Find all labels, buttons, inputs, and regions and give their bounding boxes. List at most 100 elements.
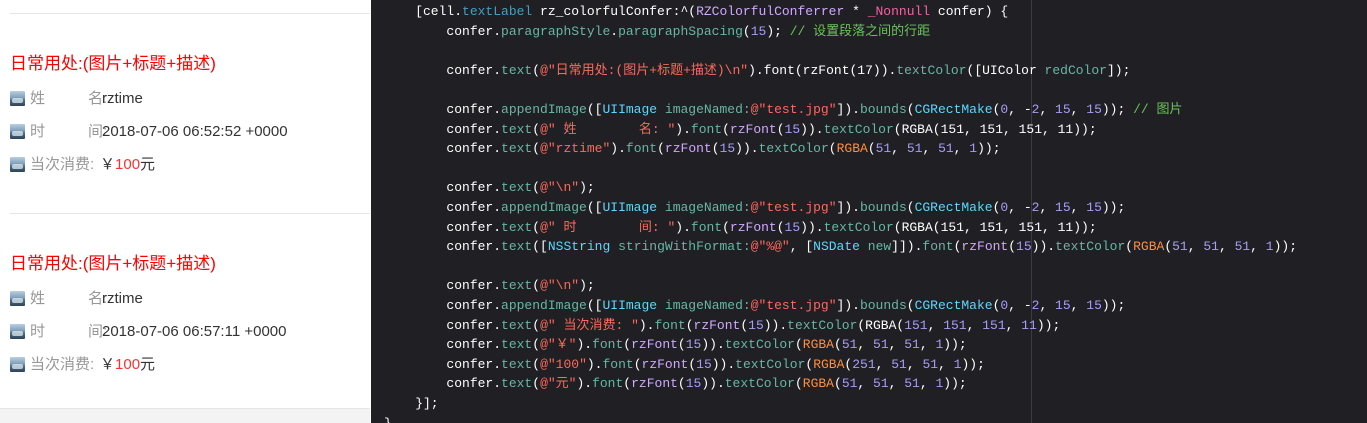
code-token: 51: [841, 337, 858, 353]
cell-title: 日常用处:(图片+标题+描述): [10, 54, 216, 73]
code-token: ,: [1070, 102, 1087, 117]
code-token: confer.: [384, 317, 502, 333]
code-token: textColor: [823, 219, 894, 235]
code-line[interactable]: confer.text(@" 时 间: ").font(rzFont(15)).…: [384, 219, 1096, 237]
code-token: ).: [576, 376, 593, 392]
code-line[interactable]: confer.text(@"元").font(rzFont(15)).textC…: [384, 375, 966, 393]
code-token: @"日常用处:(图片+标题+描述)\n": [540, 62, 749, 78]
code-token: ,: [927, 317, 944, 333]
code-token: 51: [875, 141, 892, 157]
code-line[interactable]: confer.text(@"rztime").font(rzFont(15)).…: [384, 140, 1000, 158]
code-token: stringWithFormat:: [618, 239, 751, 255]
thumbnail-image-icon: [10, 157, 25, 172]
code-token: 251: [852, 356, 876, 372]
code-token: 51: [906, 141, 923, 157]
code-line[interactable]: confer.appendImage([UIImage imageNamed:@…: [384, 199, 1125, 217]
code-token: @"\n": [540, 180, 580, 196]
code-token: 151: [982, 317, 1006, 333]
code-token: NSDate: [813, 239, 860, 255]
code-line[interactable]: confer.appendImage([UIImage imageNamed:@…: [384, 101, 1183, 119]
code-token: ,: [953, 141, 970, 157]
code-token: ));: [1101, 200, 1126, 215]
name-label: 姓: [30, 290, 46, 307]
code-token: textColor: [787, 317, 858, 333]
code-token: RGBA: [813, 356, 845, 372]
code-token: ]]).: [891, 239, 923, 255]
code-editor[interactable]: [cell.textLabel rz_colorfulConfer:^(RZCo…: [371, 0, 1367, 423]
code-line[interactable]: confer.text(@"\n");: [384, 277, 594, 295]
code-token: font: [602, 356, 634, 372]
code-token: font: [654, 317, 686, 333]
code-token: confer.: [384, 298, 502, 313]
code-token: new: [867, 239, 892, 255]
code-token: CGRectMake: [914, 200, 993, 215]
code-line[interactable]: }];: [384, 395, 438, 413]
simulator-panel: 日常用处:(图片+标题+描述) 姓 名: rztime 时 间: 2018-07…: [0, 0, 370, 423]
code-token: (: [532, 62, 541, 78]
code-token: (: [532, 278, 541, 294]
code-token: ,: [888, 376, 905, 392]
code-token: (: [657, 141, 665, 157]
code-token: // 图片: [1133, 102, 1183, 117]
code-token: font: [625, 141, 658, 157]
code-line[interactable]: }: [384, 415, 392, 423]
code-token: confer.: [384, 376, 502, 392]
cell-separator: [10, 213, 370, 214]
code-token: text: [501, 219, 533, 235]
code-token: )).: [800, 121, 824, 137]
code-token: rzFont: [693, 317, 741, 333]
code-line[interactable]: confer.text(@"100").font(rzFont(15)).tex…: [384, 356, 984, 374]
code-token: paragraphStyle: [501, 23, 611, 39]
code-token: (: [532, 219, 541, 235]
code-token: confer.: [384, 239, 502, 255]
code-line[interactable]: [cell.textLabel rz_colorfulConfer:^(RZCo…: [384, 3, 1008, 21]
code-token: font: [922, 239, 954, 255]
code-token: @" 时 间: ": [540, 219, 676, 235]
code-token: )).: [763, 317, 788, 333]
code-token: text: [501, 62, 533, 78]
code-line[interactable]: confer.text(@"日常用处:(图片+标题+描述)\n").font(r…: [384, 62, 1130, 80]
code-token: (RGBA(: [857, 317, 905, 333]
code-token: 51: [1234, 239, 1251, 255]
code-token: @"￥": [540, 337, 577, 353]
code-line[interactable]: confer.text([NSString stringWithFormat:@…: [384, 238, 1297, 256]
code-token: 51: [1203, 239, 1219, 255]
time-value: 2018-07-06 06:57:11 +0000: [102, 323, 287, 340]
code-token: rzFont: [729, 121, 777, 137]
code-token: 51: [873, 337, 889, 353]
code-token: 15: [685, 376, 702, 392]
code-token: ,: [938, 356, 954, 372]
code-line[interactable]: confer.text(@" 姓 名: ").font(rzFont(15)).…: [384, 121, 1096, 139]
code-token: ).: [576, 337, 593, 353]
code-token: confer.: [384, 23, 502, 39]
code-token: confer.: [384, 121, 502, 137]
code-token: textColor: [896, 62, 967, 78]
code-line[interactable]: confer.text(@"￥").font(rzFont(15)).textC…: [384, 336, 966, 354]
code-line[interactable]: confer.appendImage([UIImage imageNamed:@…: [384, 297, 1125, 315]
code-token: 15: [1086, 298, 1102, 313]
code-token: text: [501, 356, 533, 372]
code-token: ).: [675, 219, 691, 235]
code-token: textColor: [724, 376, 795, 392]
code-token: ));: [1036, 317, 1061, 333]
code-token: ,: [1187, 239, 1204, 255]
code-token: ]);: [1106, 62, 1131, 78]
code-token: textColor: [758, 141, 829, 157]
code-token: textColor: [724, 337, 795, 353]
code-token: [cell.: [384, 4, 463, 19]
code-token: 15: [1086, 200, 1102, 215]
code-token: ,: [906, 356, 923, 372]
code-token: (: [711, 141, 720, 157]
code-line[interactable]: confer.text(@" 当次消费: ").font(rzFont(15))…: [384, 317, 1060, 335]
name-value: rztime: [102, 90, 143, 107]
code-token: (: [742, 23, 751, 39]
code-line[interactable]: confer.text(@"\n");: [384, 179, 594, 197]
code-token: confer.: [384, 62, 502, 78]
code-token: (: [794, 376, 803, 392]
code-token: ([: [586, 102, 603, 117]
code-token: ([: [532, 239, 548, 255]
code-line[interactable]: confer.paragraphStyle.paragraphSpacing(1…: [384, 23, 930, 41]
code-token: font: [592, 337, 624, 353]
code-token: ).: [638, 317, 655, 333]
code-token: bounds: [859, 102, 907, 117]
